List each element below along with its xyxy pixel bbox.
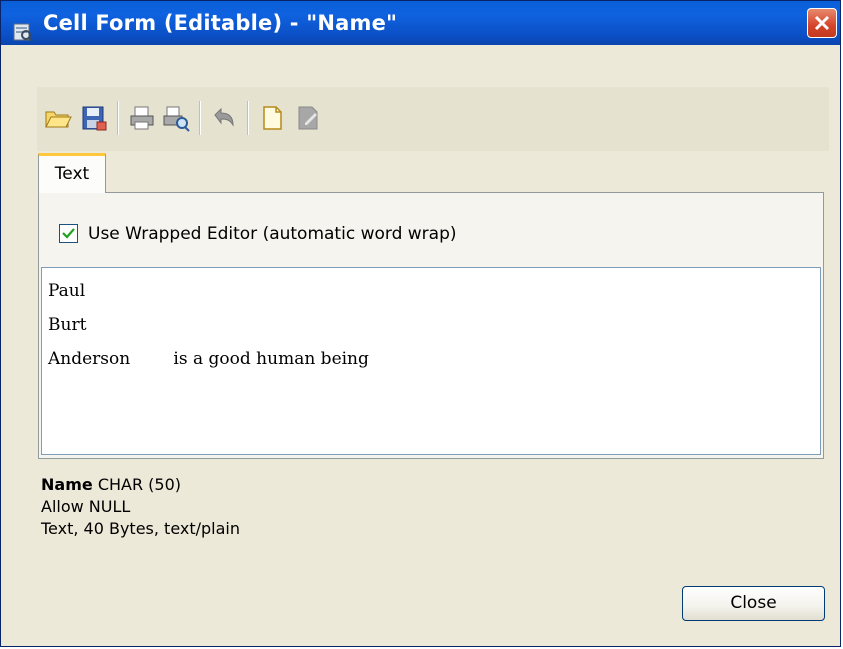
wrapped-editor-label: Use Wrapped Editor (automatic word wrap) (88, 224, 457, 244)
tab-text[interactable]: Text (38, 153, 106, 193)
print-preview-icon[interactable] (161, 103, 191, 133)
column-definition: Name CHAR (50) (41, 475, 181, 495)
content-summary: Text, 40 Bytes, text/plain (41, 519, 241, 538)
window-title: Cell Form (Editable) - "Name" (43, 11, 398, 35)
new-document-icon[interactable] (257, 103, 287, 133)
text-tab-panel: Use Wrapped Editor (automatic word wrap)… (38, 192, 824, 459)
editor-line: Anderson is a good human being (48, 349, 369, 369)
close-button[interactable]: Close (682, 586, 825, 621)
toolbar-separator (199, 101, 201, 135)
cell-form-window: Cell Form (Editable) - "Name" Text Use W… (0, 0, 841, 647)
editor-line: Paul (48, 281, 86, 301)
column-nullability: Allow NULL (41, 497, 131, 516)
window-close-button[interactable] (807, 8, 837, 38)
toolbar (37, 87, 829, 151)
checkmark-icon (62, 228, 75, 239)
close-x-icon (814, 15, 830, 31)
wrapped-editor-checkbox[interactable] (59, 224, 78, 243)
title-bar[interactable]: Cell Form (Editable) - "Name" (1, 1, 840, 45)
undo-icon (209, 103, 239, 133)
print-icon[interactable] (127, 103, 157, 133)
open-folder-icon[interactable] (43, 103, 73, 133)
toolbar-separator (117, 101, 119, 135)
toolbar-separator (247, 101, 249, 135)
editor-line: Burt (48, 315, 87, 335)
edit-document-icon (293, 103, 323, 133)
column-name: Name (41, 475, 93, 494)
app-icon (13, 13, 33, 42)
column-type: CHAR (50) (97, 475, 182, 494)
text-editor[interactable]: Paul Burt Anderson is a good human being (41, 267, 821, 455)
save-icon[interactable] (79, 103, 109, 133)
